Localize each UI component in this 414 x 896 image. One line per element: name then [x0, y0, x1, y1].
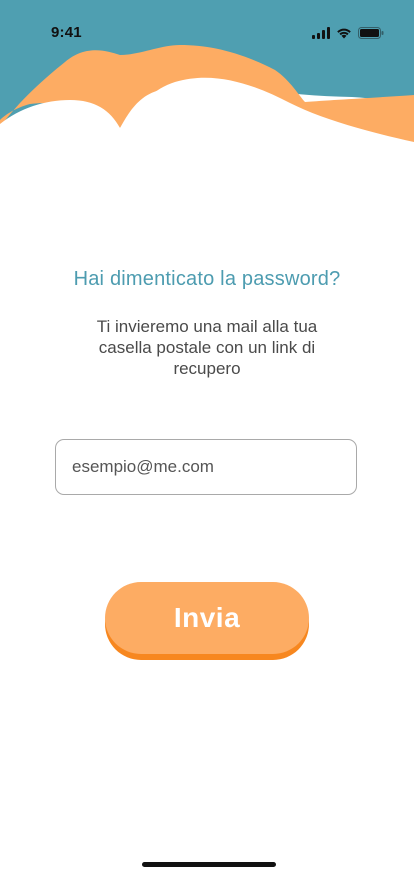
instructions-text: Ti invieremo una mail alla tua casella p… — [96, 317, 318, 378]
phone-screen: 9:41 Hai dimenticato la password? Ti inv… — [0, 0, 414, 896]
status-time: 9:41 — [51, 24, 82, 41]
battery-icon — [358, 26, 384, 39]
wifi-icon — [336, 26, 352, 39]
cellular-signal-icon — [312, 26, 330, 39]
email-field[interactable] — [55, 439, 357, 495]
status-icons — [312, 26, 384, 39]
status-bar: 9:41 — [0, 0, 414, 50]
submit-button[interactable]: Invia — [105, 582, 309, 654]
page-title: Hai dimenticato la password? — [73, 268, 341, 290]
home-indicator[interactable] — [142, 862, 276, 867]
